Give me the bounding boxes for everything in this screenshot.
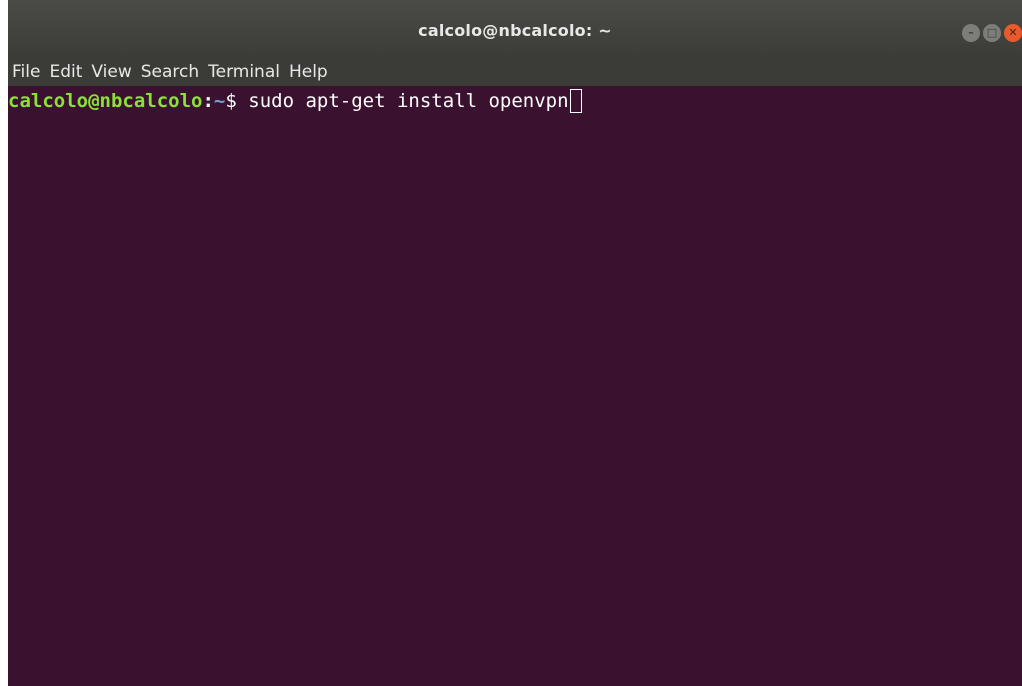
terminal-window: calcolo@nbcalcolo: ~ – □ ✕ File Edit Vie… xyxy=(8,0,1022,686)
prompt-user-host: calcolo@nbcalcolo xyxy=(8,90,203,112)
menu-search[interactable]: Search xyxy=(132,62,199,82)
maximize-icon: □ xyxy=(986,26,998,39)
prompt-symbol: $ xyxy=(225,90,249,112)
menu-help[interactable]: Help xyxy=(280,62,328,82)
window-title: calcolo@nbcalcolo: ~ xyxy=(418,21,612,40)
menu-edit[interactable]: Edit xyxy=(40,62,82,82)
minimize-icon: – xyxy=(968,26,974,39)
close-icon: ✕ xyxy=(1008,26,1018,39)
window-controls: – □ ✕ xyxy=(962,24,1022,42)
menu-bar: File Edit View Search Terminal Help xyxy=(8,58,1022,86)
command-text: sudo apt-get install openvpn xyxy=(248,90,569,112)
terminal-area[interactable]: calcolo@nbcalcolo: ~ $ sudo apt-get instal… xyxy=(8,86,1022,686)
prompt-path: ~ xyxy=(213,90,226,112)
prompt-separator: : xyxy=(202,90,214,112)
menu-file[interactable]: File xyxy=(8,62,40,82)
title-bar[interactable]: calcolo@nbcalcolo: ~ – □ ✕ xyxy=(8,0,1022,58)
minimize-button[interactable]: – xyxy=(962,24,980,42)
maximize-button[interactable]: □ xyxy=(983,24,1001,42)
command-line: calcolo@nbcalcolo: ~ $ sudo apt-get instal… xyxy=(8,86,582,116)
menu-view[interactable]: View xyxy=(82,62,131,82)
close-button[interactable]: ✕ xyxy=(1004,24,1022,42)
text-cursor xyxy=(569,89,582,113)
menu-terminal[interactable]: Terminal xyxy=(199,62,280,82)
